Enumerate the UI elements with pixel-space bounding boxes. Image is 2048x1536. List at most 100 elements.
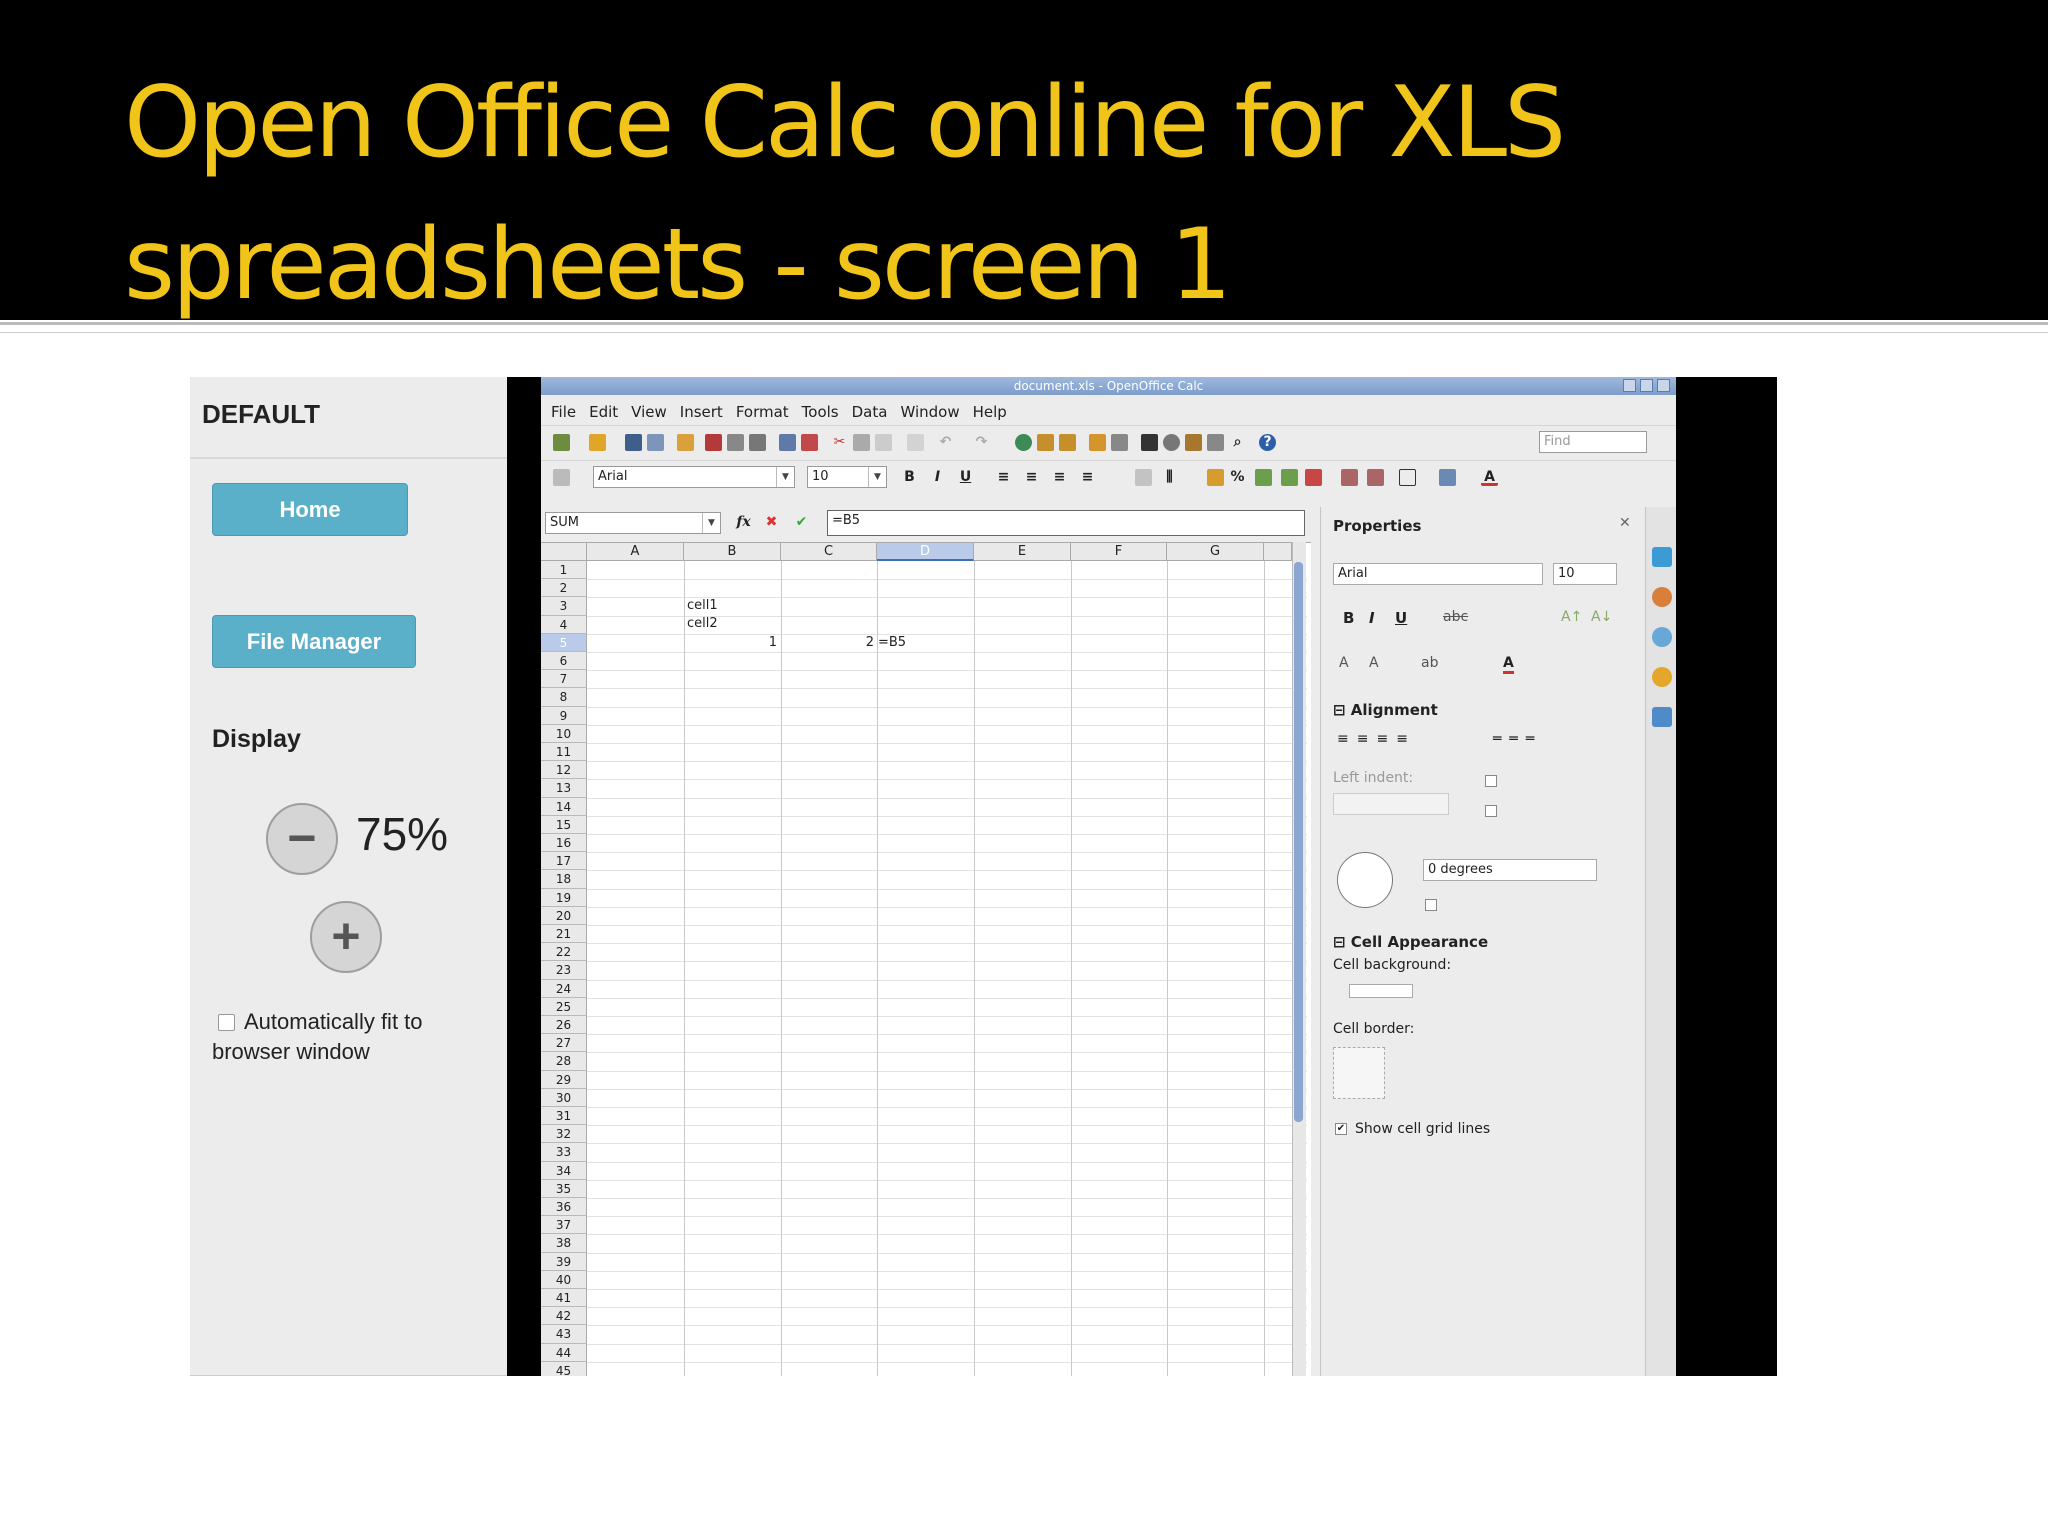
zoom-out-button[interactable]: − <box>266 803 338 875</box>
row-header[interactable]: 5 <box>541 633 587 652</box>
row-header[interactable]: 33 <box>541 1143 587 1162</box>
menu-tools[interactable]: Tools <box>796 399 846 423</box>
column-header[interactable]: G <box>1167 543 1264 561</box>
menu-view[interactable]: View <box>625 399 674 423</box>
row-header[interactable]: 1 <box>541 561 587 580</box>
row-header[interactable]: 14 <box>541 797 587 816</box>
menu-help[interactable]: Help <box>967 399 1014 423</box>
row-header[interactable]: 16 <box>541 834 587 853</box>
checkbox[interactable] <box>1425 899 1437 911</box>
select-all-corner[interactable] <box>541 543 587 561</box>
row-header[interactable]: 23 <box>541 961 587 980</box>
cell-b5[interactable]: 1 <box>684 634 777 652</box>
row-header[interactable]: 40 <box>541 1270 587 1289</box>
data-sources-icon[interactable] <box>1207 434 1224 451</box>
find-input[interactable]: Find <box>1539 431 1647 453</box>
row-header[interactable]: 2 <box>541 579 587 598</box>
row-header[interactable]: 9 <box>541 706 587 725</box>
row-header[interactable]: 42 <box>541 1307 587 1326</box>
row-header[interactable]: 8 <box>541 688 587 707</box>
open-folder-icon[interactable] <box>589 434 606 451</box>
row-header[interactable]: 13 <box>541 779 587 798</box>
sidebar-font-color-icon[interactable]: A <box>1503 655 1514 674</box>
gallery-tab-icon[interactable] <box>1652 627 1672 647</box>
sort-ascending-icon[interactable] <box>1037 434 1054 451</box>
menu-data[interactable]: Data <box>846 399 895 423</box>
sidebar-font-name[interactable]: Arial <box>1333 563 1543 585</box>
menu-window[interactable]: Window <box>894 399 966 423</box>
find-replace-icon[interactable] <box>1141 434 1158 451</box>
close-icon[interactable]: ✕ <box>1619 515 1631 531</box>
row-header[interactable]: 35 <box>541 1179 587 1198</box>
row-header[interactable]: 37 <box>541 1216 587 1235</box>
home-button[interactable]: Home <box>212 483 408 536</box>
vertical-align-icons[interactable]: ═══ <box>1493 731 1542 747</box>
name-box[interactable]: SUM ▼ <box>545 512 721 534</box>
gallery-icon[interactable] <box>1185 434 1202 451</box>
cell-d5[interactable]: =B5 <box>878 634 906 652</box>
align-center-icon[interactable]: ≡ <box>1023 469 1040 486</box>
properties-tab-icon[interactable] <box>1652 547 1672 567</box>
row-header[interactable]: 25 <box>541 997 587 1016</box>
column-header[interactable]: E <box>974 543 1071 561</box>
merge-cells-icon[interactable]: ⫼ <box>1161 469 1178 486</box>
row-header[interactable]: 29 <box>541 1070 587 1089</box>
new-document-icon[interactable] <box>553 434 570 451</box>
row-header[interactable]: 28 <box>541 1052 587 1071</box>
row-header[interactable]: 4 <box>541 615 587 634</box>
print-icon[interactable] <box>727 434 744 451</box>
row-header[interactable]: 43 <box>541 1325 587 1344</box>
underline-button[interactable]: U <box>957 469 974 486</box>
row-header[interactable]: 32 <box>541 1125 587 1144</box>
cell-b4[interactable]: cell2 <box>687 615 718 633</box>
show-grid-checkbox[interactable]: ✔ <box>1335 1123 1347 1135</box>
clone-formatting-icon[interactable] <box>907 434 924 451</box>
close-button[interactable] <box>1657 379 1670 392</box>
spellcheck-icon[interactable] <box>779 434 796 451</box>
sidebar-underline-button[interactable]: U <box>1395 609 1407 627</box>
bold-button[interactable]: B <box>901 469 918 486</box>
align-right-icon[interactable]: ≡ <box>1051 469 1068 486</box>
left-indent-input[interactable] <box>1333 793 1449 815</box>
font-size-combo[interactable]: 10 ▼ <box>807 466 887 488</box>
background-color-icon[interactable] <box>1439 469 1456 486</box>
checkbox[interactable] <box>1485 775 1497 787</box>
navigator-tab-icon[interactable] <box>1652 667 1672 687</box>
outline-icon[interactable]: A <box>1369 655 1379 671</box>
row-header[interactable]: 38 <box>541 1234 587 1253</box>
chevron-down-icon[interactable]: ▼ <box>702 513 720 533</box>
grow-font-icon[interactable]: A↑ <box>1561 609 1582 625</box>
font-color-icon[interactable]: A <box>1481 469 1498 486</box>
rotation-degrees-input[interactable]: 0 degrees <box>1423 859 1597 881</box>
redo-icon[interactable]: ↷ <box>973 434 990 451</box>
shrink-font-icon[interactable]: A↓ <box>1591 609 1612 625</box>
spreadsheet-grid[interactable]: A B C D E F G 1 2 3 4 5 6 7 8 9 10 11 12 13 14 15 16 17 1… <box>541 542 1311 1376</box>
cancel-icon[interactable]: ✖ <box>763 514 780 531</box>
row-header[interactable]: 21 <box>541 925 587 944</box>
row-header[interactable]: 39 <box>541 1252 587 1271</box>
row-header[interactable]: 30 <box>541 1088 587 1107</box>
row-header[interactable]: 7 <box>541 670 587 689</box>
maximize-button[interactable] <box>1640 379 1653 392</box>
row-header[interactable]: 18 <box>541 870 587 889</box>
decrease-indent-icon[interactable] <box>1341 469 1358 486</box>
strikethrough-icon[interactable]: abc <box>1443 609 1468 625</box>
styles-tab-icon[interactable] <box>1652 587 1672 607</box>
add-decimal-icon[interactable] <box>1281 469 1298 486</box>
increase-indent-icon[interactable] <box>1367 469 1384 486</box>
paste-icon[interactable] <box>875 434 892 451</box>
email-icon[interactable] <box>647 434 664 451</box>
formula-input[interactable]: =B5 <box>827 510 1305 536</box>
column-header[interactable]: C <box>781 543 877 561</box>
cut-icon[interactable]: ✂ <box>831 434 848 451</box>
function-wizard-icon[interactable]: fx <box>735 514 752 531</box>
autospellcheck-icon[interactable] <box>801 434 818 451</box>
cell-b3[interactable]: cell1 <box>687 597 718 615</box>
sidebar-font-size[interactable]: 10 <box>1553 563 1617 585</box>
row-header[interactable]: 45 <box>541 1361 587 1376</box>
scrollbar-thumb[interactable] <box>1294 562 1303 1122</box>
functions-tab-icon[interactable] <box>1652 707 1672 727</box>
copy-icon[interactable] <box>853 434 870 451</box>
chevron-down-icon[interactable]: ▼ <box>776 467 794 487</box>
horizontal-align-icons[interactable]: ≡≡≡≡ <box>1337 731 1416 747</box>
